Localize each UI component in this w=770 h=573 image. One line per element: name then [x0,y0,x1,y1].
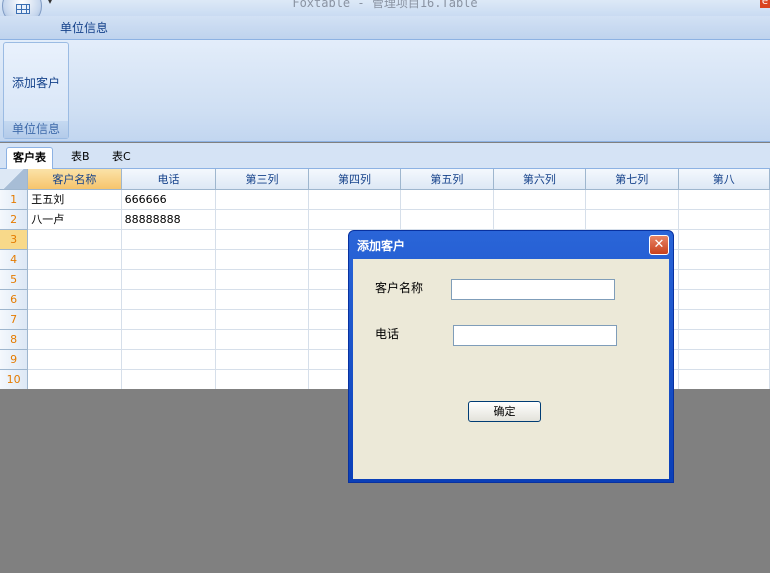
ribbon-group-label: 单位信息 [4,121,68,138]
row-number[interactable]: 4 [0,249,29,270]
tab-table-b[interactable]: 表B [65,147,96,169]
table-row[interactable]: 2 八一卢 88888888 [0,209,770,230]
empty-cell[interactable] [215,269,309,290]
phone-cell[interactable]: 666666 [121,189,217,210]
empty-cell[interactable] [215,209,309,230]
dialog-close-button[interactable]: ✕ [649,235,669,255]
empty-cell[interactable] [493,209,587,230]
empty-cell[interactable] [215,329,309,350]
empty-cell[interactable] [585,189,679,210]
customer-name-cell[interactable] [27,349,122,370]
column-header-customer-name[interactable]: 客户名称 [27,169,122,190]
empty-cell[interactable] [215,189,309,210]
ribbon-tab-bar: 单位信息 [0,16,770,40]
select-all-corner[interactable] [0,169,29,190]
column-header-col4[interactable]: 第四列 [308,169,402,190]
empty-cell[interactable] [678,349,770,370]
row-number[interactable]: 1 [0,189,29,210]
customer-name-cell[interactable] [27,229,122,250]
empty-cell[interactable] [215,309,309,330]
customer-name-cell[interactable] [27,289,122,310]
empty-cell[interactable] [215,369,309,389]
customer-name-cell[interactable]: 王五刘 [27,189,122,210]
row-number[interactable]: 9 [0,349,29,370]
dialog-body: 客户名称 电话 确定 [353,259,669,479]
empty-cell[interactable] [678,189,770,210]
tab-customer-table[interactable]: 客户表 [6,147,53,169]
row-number[interactable]: 5 [0,269,29,290]
empty-cell[interactable] [308,209,402,230]
row-number[interactable]: 3 [0,229,29,250]
ribbon-panel: 添加客户 单位信息 [0,40,770,142]
phone-cell[interactable] [121,269,217,290]
empty-cell[interactable] [585,209,679,230]
empty-cell[interactable] [678,209,770,230]
empty-cell[interactable] [215,229,309,250]
empty-cell[interactable] [678,329,770,350]
customer-name-field[interactable] [451,279,615,300]
empty-cell[interactable] [678,289,770,310]
window-corner-icon[interactable]: e [760,0,770,8]
customer-name-label: 客户名称 [375,281,424,295]
column-header-col8[interactable]: 第八 [678,169,770,190]
column-header-col6[interactable]: 第六列 [493,169,587,190]
phone-cell[interactable] [121,349,217,370]
row-number[interactable]: 7 [0,309,29,330]
phone-cell[interactable] [121,229,217,250]
empty-cell[interactable] [678,369,770,389]
ribbon-tab-unit-info[interactable]: 单位信息 [52,18,116,40]
column-header-col7[interactable]: 第七列 [585,169,679,190]
phone-field[interactable] [453,325,617,346]
empty-cell[interactable] [215,289,309,310]
empty-cell[interactable] [678,269,770,290]
customer-name-cell[interactable] [27,309,122,330]
add-customer-dialog: 添加客户 ✕ 客户名称 电话 确定 [348,230,674,483]
title-bar: ▾ Foxtable - 管理项目16.Table e [0,0,770,26]
ok-button[interactable]: 确定 [468,401,541,422]
column-header-phone[interactable]: 电话 [121,169,217,190]
dialog-title: 添加客户 [357,239,406,253]
row-number[interactable]: 10 [0,369,29,389]
phone-cell[interactable] [121,249,217,270]
row-number[interactable]: 2 [0,209,29,230]
phone-cell[interactable]: 88888888 [121,209,217,230]
add-customer-ribbon-button[interactable]: 添加客户 [6,45,66,119]
customer-name-cell[interactable] [27,329,122,350]
column-header-col5[interactable]: 第五列 [400,169,494,190]
empty-cell[interactable] [215,349,309,370]
phone-label: 电话 [375,327,400,341]
customer-name-cell[interactable]: 八一卢 [27,209,122,230]
phone-cell[interactable] [121,289,217,310]
phone-cell[interactable] [121,329,217,350]
sheet-tab-bar: 客户表 表B 表C [0,143,770,169]
customer-name-cell[interactable] [27,369,122,389]
tab-table-c[interactable]: 表C [106,147,137,169]
table-row[interactable]: 1 王五刘 666666 [0,189,770,210]
empty-cell[interactable] [678,229,770,250]
customer-name-cell[interactable] [27,269,122,290]
empty-cell[interactable] [678,309,770,330]
empty-cell[interactable] [493,189,587,210]
empty-cell[interactable] [308,189,402,210]
phone-cell[interactable] [121,309,217,330]
empty-cell[interactable] [400,209,494,230]
row-number[interactable]: 8 [0,329,29,350]
ribbon-group-unit-info: 添加客户 单位信息 [3,42,69,139]
row-number[interactable]: 6 [0,289,29,310]
empty-cell[interactable] [400,189,494,210]
empty-cell[interactable] [678,249,770,270]
phone-cell[interactable] [121,369,217,389]
customer-name-cell[interactable] [27,249,122,270]
column-header-col3[interactable]: 第三列 [215,169,309,190]
empty-cell[interactable] [215,249,309,270]
window-title: Foxtable - 管理项目16.Table [292,0,478,10]
